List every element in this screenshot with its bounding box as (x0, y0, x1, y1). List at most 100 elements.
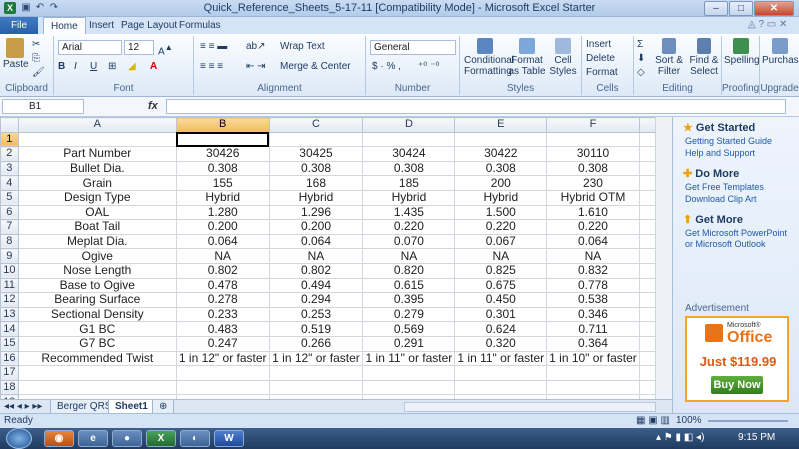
cut-icon[interactable]: ✂ (32, 38, 40, 52)
cell-a11[interactable]: Base to Ogive (17, 277, 177, 294)
font-color-icon[interactable]: A (150, 60, 157, 74)
cell-e16[interactable]: 1 in 11" or faster (454, 350, 548, 367)
cell-d16[interactable]: 1 in 11" or faster (362, 350, 456, 367)
row-header[interactable]: 5 (0, 189, 19, 206)
cell-c8[interactable]: 0.064 (268, 233, 364, 250)
app-icon[interactable]: ● (112, 430, 142, 447)
cell-styles-button[interactable]: Cell Styles (548, 38, 578, 77)
cell-f3[interactable]: 0.308 (546, 160, 640, 177)
cell-c11[interactable]: 0.494 (268, 277, 364, 294)
cell-b14[interactable]: 0.483 (175, 321, 270, 337)
tab-home[interactable]: Home (43, 17, 86, 34)
cell-b5[interactable]: Hybrid (175, 189, 270, 206)
cell-d3[interactable]: 0.308 (362, 160, 456, 177)
cell-a4[interactable]: Grain (17, 175, 177, 191)
cell-f12[interactable]: 0.538 (546, 292, 640, 308)
cell-c1[interactable] (268, 131, 364, 148)
cell-b16[interactable]: 1 in 12" or faster (175, 350, 270, 367)
col-header-c[interactable]: C (268, 117, 364, 133)
row-header[interactable]: 11 (0, 277, 19, 294)
cell-e2[interactable]: 30422 (454, 146, 548, 162)
fill-icon[interactable]: ⬇ (637, 52, 645, 66)
autosum-icon[interactable]: Σ (637, 38, 643, 52)
decimal-icon[interactable]: ⁺⁰ ⁻⁰ (418, 60, 439, 74)
office-ad[interactable]: Microsoft® Office Just $119.99 Buy Now (685, 316, 789, 402)
cell-b6[interactable]: 1.280 (175, 204, 270, 221)
cell-e9[interactable]: NA (454, 248, 548, 264)
cell-e18[interactable] (454, 379, 548, 396)
cell-e11[interactable]: 0.675 (454, 277, 548, 294)
format-cells-button[interactable]: Format (586, 66, 618, 80)
row-header[interactable]: 6 (0, 204, 19, 221)
help-support-link[interactable]: Help and Support (685, 148, 755, 159)
purchase-button[interactable]: Purchase (762, 38, 799, 66)
cell-e15[interactable]: 0.320 (454, 335, 548, 352)
cell-b2[interactable]: 30426 (175, 146, 270, 162)
row-header[interactable]: 17 (0, 365, 19, 381)
cell-d8[interactable]: 0.070 (362, 233, 456, 250)
cell-d6[interactable]: 1.435 (362, 204, 456, 221)
cell-f1[interactable] (546, 131, 640, 148)
cell-d5[interactable]: Hybrid (362, 189, 456, 206)
col-header-e[interactable]: E (454, 117, 548, 133)
cell-e5[interactable]: Hybrid (454, 189, 548, 206)
maximize-button[interactable]: □ (729, 1, 753, 16)
formula-input[interactable] (166, 99, 786, 114)
start-button[interactable] (6, 428, 32, 449)
cell-f10[interactable]: 0.832 (546, 262, 640, 279)
cell-a17[interactable] (17, 365, 177, 381)
cell-f11[interactable]: 0.778 (546, 277, 640, 294)
cell-a2[interactable]: Part Number (17, 146, 177, 162)
format-as-table-button[interactable]: Format as Table (508, 38, 546, 77)
cell-e10[interactable]: 0.825 (454, 262, 548, 279)
cell-c4[interactable]: 168 (268, 175, 364, 191)
cell-f16[interactable]: 1 in 10" or faster (546, 350, 640, 367)
cell-e3[interactable]: 0.308 (454, 160, 548, 177)
cell-e4[interactable]: 200 (454, 175, 548, 191)
cell-f6[interactable]: 1.610 (546, 204, 640, 221)
cell-d13[interactable]: 0.279 (362, 306, 456, 323)
row-header[interactable]: 2 (0, 146, 19, 162)
cell-e7[interactable]: 0.220 (454, 219, 548, 235)
cell-f15[interactable]: 0.364 (546, 335, 640, 352)
conditional-formatting-button[interactable]: Conditional Formatting (464, 38, 514, 77)
new-sheet-icon[interactable]: ⊕ (152, 400, 174, 414)
cell-b11[interactable]: 0.478 (175, 277, 270, 294)
view-buttons-icon[interactable]: ▦ ▣ ▥ (636, 415, 670, 426)
align-left-icon[interactable]: ≡ ≡ ≡ (200, 60, 223, 74)
cell-f5[interactable]: Hybrid OTM (546, 189, 640, 206)
underline-button[interactable]: U (90, 60, 97, 74)
excel-taskbar-icon[interactable]: X (146, 430, 176, 447)
minimize-button[interactable]: – (704, 1, 728, 16)
cell-c9[interactable]: NA (268, 248, 364, 264)
firefox-icon[interactable]: ◉ (44, 430, 74, 447)
cell-d1[interactable] (362, 131, 456, 148)
cell-c6[interactable]: 1.296 (268, 204, 364, 221)
cell-c10[interactable]: 0.802 (268, 262, 364, 279)
cell-c2[interactable]: 30425 (268, 146, 364, 162)
grow-font-icon[interactable]: A▲ (158, 40, 173, 59)
cell-d4[interactable]: 185 (362, 175, 456, 191)
sort-filter-button[interactable]: Sort & Filter (652, 38, 686, 77)
cell-a3[interactable]: Bullet Dia. (17, 160, 177, 177)
cell-d11[interactable]: 0.615 (362, 277, 456, 294)
cell-f18[interactable] (546, 379, 640, 396)
cell-a14[interactable]: G1 BC (17, 321, 177, 337)
indent-icon[interactable]: ⇤ ⇥ (246, 60, 266, 74)
cell-f9[interactable]: NA (546, 248, 640, 264)
select-all-corner[interactable] (0, 117, 19, 133)
cell-a6[interactable]: OAL (17, 204, 177, 221)
row-header[interactable]: 9 (0, 248, 19, 264)
col-header-d[interactable]: D (362, 117, 456, 133)
cell-b12[interactable]: 0.278 (175, 292, 270, 308)
row-header[interactable]: 3 (0, 160, 19, 177)
cell-f4[interactable]: 230 (546, 175, 640, 191)
row-header[interactable]: 1 (0, 131, 19, 148)
col-header-f[interactable]: F (546, 117, 640, 133)
buy-now-button[interactable]: Buy Now (711, 376, 763, 394)
cell-d14[interactable]: 0.569 (362, 321, 456, 337)
font-name-select[interactable]: Arial (58, 40, 122, 55)
cell-a9[interactable]: Ogive (17, 248, 177, 264)
cell-f14[interactable]: 0.711 (546, 321, 640, 337)
function-icon[interactable]: fx (148, 100, 158, 112)
